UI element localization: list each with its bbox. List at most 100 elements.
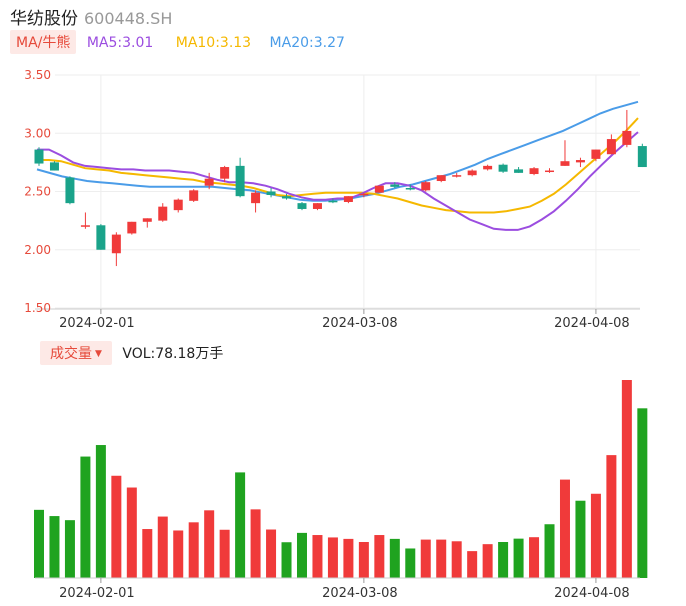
candle-body (96, 225, 106, 250)
candle (111, 232, 121, 267)
volume-bar (590, 493, 601, 578)
candle-body (189, 190, 199, 201)
candle-body (343, 196, 353, 202)
candle-body (622, 130, 632, 145)
ma5-line (37, 131, 639, 231)
volume-bar (544, 524, 555, 578)
volume-bar (621, 380, 632, 578)
volume-bar (389, 538, 400, 578)
volume-bar (420, 539, 431, 578)
candle-body (467, 170, 477, 176)
volume-bar (219, 529, 230, 578)
candle (529, 167, 539, 176)
candle (374, 185, 384, 193)
candle-body (405, 188, 415, 190)
candle-body (266, 191, 276, 195)
candle-body (282, 196, 292, 199)
volume-bars (34, 380, 648, 579)
candle (251, 190, 261, 213)
candle (498, 163, 508, 173)
volume-bar (64, 520, 75, 578)
moving-average-lines (36, 100, 639, 231)
volume-bar (482, 544, 493, 578)
candle (421, 181, 431, 192)
volume-bar (637, 408, 648, 578)
volume-bar (327, 537, 338, 578)
candle-body (374, 185, 384, 193)
candle-body (498, 164, 508, 172)
volume-bar (405, 548, 416, 578)
candle (80, 212, 90, 229)
volume-bar (451, 541, 462, 578)
candle (637, 143, 647, 168)
volume-bar (142, 529, 153, 578)
candle (235, 157, 245, 198)
candle (575, 157, 585, 168)
candle (514, 167, 524, 173)
candle-body (65, 177, 75, 204)
candle (343, 196, 353, 204)
candle (266, 188, 276, 198)
x-tick-label: 2024-03-08 (322, 586, 398, 601)
candle (189, 189, 199, 202)
volume-bar (95, 445, 106, 578)
candle-body (235, 165, 245, 197)
candle (483, 164, 493, 171)
candle (436, 175, 446, 183)
candle-body (251, 192, 261, 204)
x-tick-label: 2024-02-01 (59, 586, 135, 601)
y-tick-label: 1.50 (24, 301, 51, 315)
x-tick-label: 2024-04-08 (554, 316, 630, 331)
candle-body (514, 169, 524, 173)
volume-bar (296, 532, 307, 578)
volume-bar (49, 516, 60, 578)
candle-body (158, 206, 168, 221)
volume-bar (188, 522, 199, 578)
candle (560, 140, 570, 166)
candle-body (606, 139, 616, 155)
candle-body (483, 165, 493, 170)
candle-body (545, 170, 555, 173)
volume-bar (173, 530, 184, 578)
candle (34, 147, 44, 166)
volume-bar (34, 509, 44, 578)
candle-body (359, 193, 369, 196)
candle-body (111, 234, 121, 254)
y-tick-label: 2.00 (24, 243, 51, 257)
volume-bar (575, 500, 586, 578)
volume-bar (498, 542, 509, 578)
candle-body (390, 184, 400, 187)
candle-body (575, 160, 585, 163)
volume-bar (559, 479, 570, 578)
candle (606, 134, 616, 155)
candle-body (220, 167, 230, 179)
volume-bar (111, 475, 122, 578)
candle (622, 109, 632, 148)
x-tick-label: 2024-02-01 (59, 316, 135, 331)
volume-x-axis-labels: 2024-02-01 2024-03-08 2024-04-08 (59, 578, 630, 601)
volume-bar (80, 456, 91, 578)
candle-body (591, 149, 601, 159)
candle-body (297, 203, 307, 209)
candle-body (127, 221, 137, 234)
candle-body (436, 175, 446, 182)
volume-bar (204, 510, 215, 578)
candle-body (142, 218, 152, 222)
volume-bar (513, 538, 524, 578)
volume-bar (343, 538, 354, 578)
candle-body (529, 168, 539, 175)
y-tick-label: 3.50 (24, 68, 51, 82)
candle-body (421, 182, 431, 191)
price-y-axis-labels: 3.50 3.00 2.50 2.00 1.50 (24, 68, 51, 315)
volume-bar (374, 535, 385, 578)
volume-bar (235, 472, 246, 578)
volume-bar (606, 455, 617, 578)
candle-body (49, 162, 59, 171)
volume-bar (157, 516, 168, 578)
volume-bar (312, 535, 323, 578)
volume-bar (281, 542, 292, 578)
ma20-line (36, 100, 639, 202)
candle (158, 203, 168, 222)
candle (591, 149, 601, 162)
candle (142, 218, 152, 228)
